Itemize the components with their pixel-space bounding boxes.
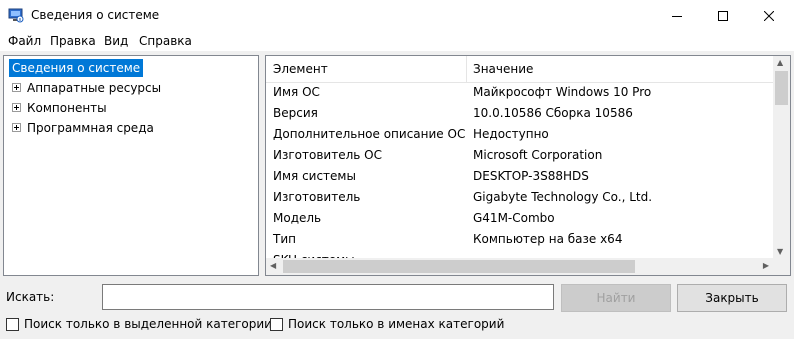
window-title: Сведения о системе: [31, 8, 160, 22]
find-button[interactable]: Найти: [561, 284, 671, 312]
tree-item-software-environment[interactable]: Программная среда: [12, 119, 154, 137]
tree-item-label: Аппаратные ресурсы: [27, 81, 162, 95]
menu-edit[interactable]: Правка: [50, 34, 96, 48]
option-selected-category-only[interactable]: Поиск только в выделенной категории: [6, 317, 272, 331]
table-row[interactable]: Имя ОС Майкрософт Windows 10 Pro: [266, 82, 773, 103]
scroll-up-icon[interactable]: ▲: [777, 58, 783, 67]
row-element: Изготовитель: [273, 190, 361, 204]
title-bar: Сведения о системе: [0, 0, 794, 31]
scrollbar-corner: [773, 258, 790, 275]
vertical-scroll-thumb[interactable]: [775, 71, 788, 105]
table-row[interactable]: Изготовитель ОС Microsoft Corporation: [266, 145, 773, 166]
category-tree[interactable]: Сведения о системе Аппаратные ресурсы Ко…: [3, 55, 259, 276]
table-header: Элемент Значение: [266, 56, 773, 83]
table-row[interactable]: Тип Компьютер на базе x64: [266, 229, 773, 250]
row-element: Имя системы: [273, 169, 356, 183]
option-category-names-only[interactable]: Поиск только в именах категорий: [270, 317, 504, 331]
table-row[interactable]: Имя системы DESKTOP-3S88HDS: [266, 166, 773, 187]
menu-bar: Файл Правка Вид Справка: [0, 31, 794, 51]
menu-view[interactable]: Вид: [104, 34, 128, 48]
close-dialog-button[interactable]: Закрыть: [677, 284, 787, 312]
option-label: Поиск только в выделенной категории: [24, 317, 272, 331]
menu-help[interactable]: Справка: [139, 34, 192, 48]
scroll-right-icon[interactable]: ▶: [763, 261, 769, 270]
close-icon: [764, 10, 774, 21]
system-info-icon: [8, 8, 24, 23]
table-row[interactable]: Дополнительное описание ОС Недоступно: [266, 124, 773, 145]
horizontal-scrollbar[interactable]: ◀ ▶: [266, 258, 773, 275]
row-element: Версия: [273, 106, 318, 120]
tree-root-system-summary[interactable]: Сведения о системе: [9, 59, 144, 77]
maximize-button[interactable]: [700, 0, 746, 31]
row-value: 10.0.10586 Сборка 10586: [473, 106, 633, 120]
column-divider[interactable]: [466, 56, 467, 82]
close-button[interactable]: [746, 0, 792, 31]
scroll-left-icon[interactable]: ◀: [270, 261, 276, 270]
row-element: Модель: [273, 211, 322, 225]
row-value: Майкрософт Windows 10 Pro: [473, 85, 652, 99]
option-label: Поиск только в именах категорий: [288, 317, 505, 331]
expand-icon[interactable]: [12, 103, 21, 112]
search-input[interactable]: [102, 284, 554, 310]
expand-icon[interactable]: [12, 123, 21, 132]
column-header-value[interactable]: Значение: [473, 56, 533, 82]
minimize-icon: [672, 15, 682, 17]
row-value: Компьютер на базе x64: [473, 232, 623, 246]
row-value: Недоступно: [473, 127, 549, 141]
expand-icon[interactable]: [12, 83, 21, 92]
column-header-element[interactable]: Элемент: [273, 56, 328, 82]
row-element: Изготовитель ОС: [273, 148, 382, 162]
horizontal-scroll-thumb[interactable]: [283, 260, 635, 273]
scroll-down-icon[interactable]: ▼: [777, 247, 783, 256]
row-value: Microsoft Corporation: [473, 148, 603, 162]
row-element: Имя ОС: [273, 85, 320, 99]
tree-item-label: Программная среда: [27, 121, 154, 135]
checkbox-category-names-only[interactable]: [270, 317, 283, 331]
minimize-button[interactable]: [654, 0, 700, 31]
search-label: Искать:: [6, 290, 55, 304]
menu-file[interactable]: Файл: [8, 34, 41, 48]
row-value: G41M-Combo: [473, 211, 555, 225]
row-value: Gigabyte Technology Co., Ltd.: [473, 190, 653, 204]
maximize-icon: [718, 10, 728, 21]
checkbox-selected-category-only[interactable]: [6, 317, 19, 331]
row-element: Тип: [273, 232, 296, 246]
tree-item-components[interactable]: Компоненты: [12, 99, 107, 117]
details-list[interactable]: Элемент Значение Имя ОС Майкрософт Windo…: [265, 55, 791, 276]
table-row[interactable]: Изготовитель Gigabyte Technology Co., Lt…: [266, 187, 773, 208]
tree-item-label: Компоненты: [27, 101, 107, 115]
table-row[interactable]: Версия 10.0.10586 Сборка 10586: [266, 103, 773, 124]
vertical-scrollbar[interactable]: ▲ ▼: [773, 56, 790, 258]
row-value: DESKTOP-3S88HDS: [473, 169, 589, 183]
tree-item-hardware-resources[interactable]: Аппаратные ресурсы: [12, 79, 161, 97]
table-row[interactable]: Модель G41M-Combo: [266, 208, 773, 229]
row-element: Дополнительное описание ОС: [273, 127, 466, 141]
